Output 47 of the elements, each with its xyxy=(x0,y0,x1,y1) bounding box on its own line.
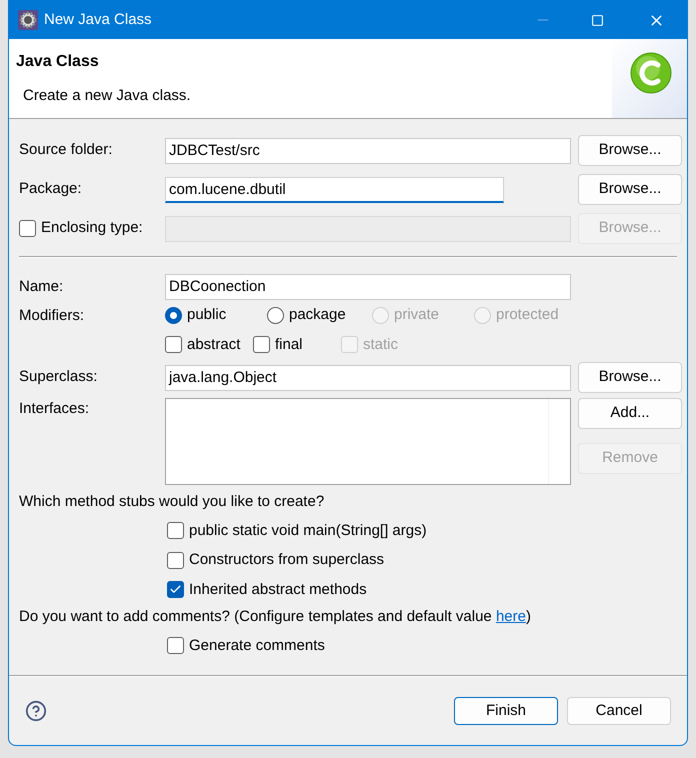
option-label: protected xyxy=(496,305,559,325)
field-label: Name: xyxy=(19,276,64,297)
checkbox[interactable] xyxy=(167,552,184,569)
field-label: Source folder: xyxy=(19,140,114,160)
finish-button[interactable]: Finish xyxy=(454,697,558,725)
cancel-button[interactable]: Cancel xyxy=(567,697,671,725)
method-stubs-question: Which method stubs would you like to create? xyxy=(19,492,326,512)
option-label: package xyxy=(289,305,346,325)
browse-button[interactable]: Browse... xyxy=(578,362,682,393)
source-folder-field[interactable]: JDBCTest/src xyxy=(165,138,571,164)
field-label: Enclosing type: xyxy=(41,218,143,238)
field-label: Modifiers: xyxy=(19,307,84,324)
option-label: final xyxy=(275,334,303,354)
class-icon xyxy=(629,51,673,95)
window-title: New Java Class xyxy=(44,10,152,30)
option-label: public xyxy=(187,305,226,325)
option-label: Constructors from superclass xyxy=(189,550,384,570)
here-link[interactable]: here xyxy=(496,608,526,625)
browse-button[interactable]: Browse... xyxy=(578,174,682,205)
header-title: Java Class xyxy=(16,52,100,72)
option-label: static xyxy=(363,334,398,354)
comments-question: Do you want to add comments? (Configure templates and default value here) xyxy=(19,607,532,627)
radio-button[interactable] xyxy=(165,306,182,324)
interfaces-list[interactable] xyxy=(165,398,571,485)
gear-icon xyxy=(18,10,38,30)
superclass-field[interactable]: java.lang.Object xyxy=(165,364,571,390)
add-button[interactable]: Add... xyxy=(578,398,682,429)
option-label: public static void main(String[] args) xyxy=(189,520,427,540)
field-label: Superclass: xyxy=(19,367,98,388)
checkbox[interactable] xyxy=(167,522,184,540)
name-field[interactable]: DBCoonection xyxy=(165,274,571,300)
field-label: Package: xyxy=(19,179,83,200)
radio-button[interactable] xyxy=(267,306,284,324)
checkbox[interactable] xyxy=(167,581,184,598)
package-field[interactable]: com.lucene.dbutil xyxy=(165,176,504,202)
option-label: abstract xyxy=(187,334,240,354)
option-label: Generate comments xyxy=(189,636,325,656)
field-label: Interfaces: xyxy=(19,399,90,419)
help-icon[interactable] xyxy=(25,700,47,722)
checkbox[interactable] xyxy=(165,336,182,354)
browse-button[interactable]: Browse... xyxy=(578,135,682,166)
maximize-icon[interactable] xyxy=(591,14,604,26)
header-description: Create a new Java class. xyxy=(23,86,191,106)
checkbox[interactable] xyxy=(253,336,270,354)
option-label: Inherited abstract methods xyxy=(189,580,367,600)
checkbox[interactable] xyxy=(167,637,184,654)
option-label: private xyxy=(394,305,440,325)
